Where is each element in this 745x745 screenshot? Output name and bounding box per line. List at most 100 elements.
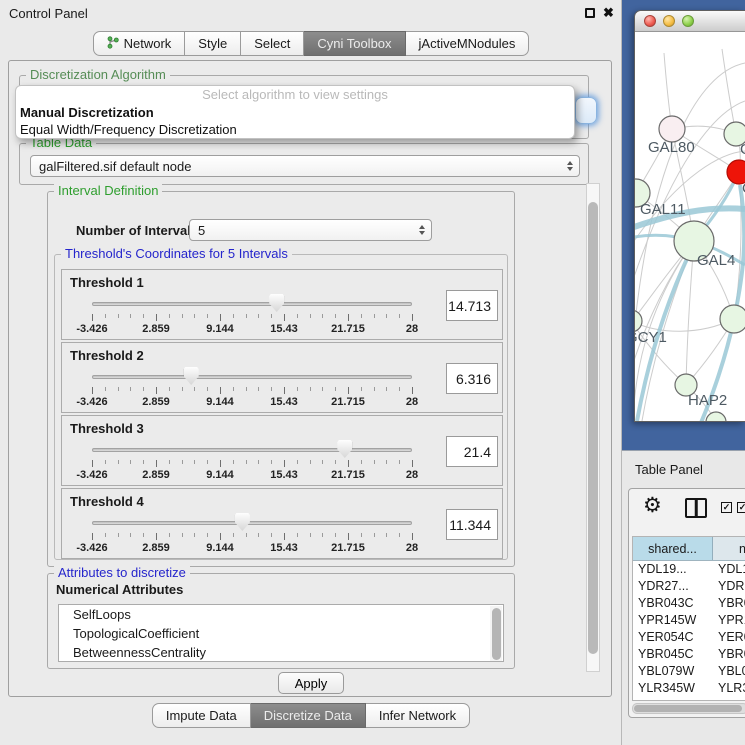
table-row[interactable]: YDL19...YDL1 xyxy=(633,561,745,578)
slider-track[interactable] xyxy=(92,375,412,379)
threshold-value-field[interactable]: 11.344 xyxy=(446,509,498,540)
table-row[interactable]: YER054CYER0 xyxy=(633,629,745,646)
tab-select[interactable]: Select xyxy=(241,31,304,56)
num-intervals-value: 5 xyxy=(198,223,205,238)
table-settings-gear-icon[interactable]: ⚙ xyxy=(643,493,662,517)
tab-label: Style xyxy=(198,36,227,51)
column-header-shared-name[interactable]: shared... xyxy=(633,537,713,560)
table-row[interactable]: YIL052CYIL0 xyxy=(633,697,745,701)
cell-shared-name: YPR145W xyxy=(633,612,713,629)
float-panel-icon[interactable] xyxy=(585,8,595,18)
attribute-item-topologicalcoefficient[interactable]: TopologicalCoefficient xyxy=(59,624,503,643)
threshold-value-field[interactable]: 21.4 xyxy=(446,436,498,467)
scrollbar-thumb[interactable] xyxy=(634,705,742,712)
slider-handle[interactable] xyxy=(337,440,352,458)
table-row[interactable]: YBL079WYBL0 xyxy=(633,663,745,680)
table-row[interactable]: YLR345WYLR3 xyxy=(633,680,745,697)
tab-discretize-data[interactable]: Discretize Data xyxy=(251,703,366,728)
algorithm-option-manual[interactable]: Manual Discretization xyxy=(16,104,574,121)
control-panel-tabs: Network Style SelectCyni ToolboxjActiveMNo… xyxy=(0,31,622,56)
slider-tick xyxy=(399,533,400,537)
interval-definition-group: Interval Definition Number of Intervals … xyxy=(47,191,515,567)
node-table[interactable]: shared... name YDL19...YDL1YDR27...YDR2Y… xyxy=(632,536,745,701)
slider-tick-label: 2.859 xyxy=(142,323,170,335)
algorithm-combo-stepper[interactable] xyxy=(575,97,597,124)
slider-tick-label: 28 xyxy=(406,469,418,481)
table-horizontal-scrollbar[interactable] xyxy=(632,703,745,714)
slider-tick xyxy=(284,314,285,321)
scrollbar-thumb[interactable] xyxy=(492,608,501,660)
slider-tick xyxy=(374,314,375,318)
attribute-item-selfloops[interactable]: SelfLoops xyxy=(59,605,503,624)
slider-tick xyxy=(156,533,157,540)
slider-tick xyxy=(118,533,119,537)
slider-tick xyxy=(92,460,93,467)
slider-tick-label: 2.859 xyxy=(142,542,170,554)
slider-tick xyxy=(361,460,362,464)
network-edge[interactable] xyxy=(635,193,636,321)
attributes-list-scrollbar[interactable] xyxy=(490,606,502,662)
algorithm-option-equal-width[interactable]: Equal Width/Frequency Discretization xyxy=(16,121,574,138)
network-edge[interactable] xyxy=(722,49,736,134)
slider-tick xyxy=(182,533,183,537)
tab-jactivemnodules[interactable]: jActiveMNodules xyxy=(406,31,530,56)
slider-handle[interactable] xyxy=(269,294,284,312)
network-window[interactable]: GAL80GACGAL11GAL4GCY1HHAP2 xyxy=(634,10,745,422)
zoom-traffic-light-icon[interactable] xyxy=(682,15,694,27)
tab-style[interactable]: Style xyxy=(185,31,241,56)
cell-shared-name: YBR045C xyxy=(633,646,713,663)
close-traffic-light-icon[interactable] xyxy=(644,15,656,27)
cell-shared-name: YLR345W xyxy=(633,680,713,697)
table-row[interactable]: YBR043CYBR0 xyxy=(633,595,745,612)
close-panel-icon[interactable]: ✖ xyxy=(603,5,614,21)
tab-cyni-toolbox[interactable]: Cyni Toolbox xyxy=(304,31,405,56)
slider-tick xyxy=(399,314,400,318)
table-row[interactable]: YPR145WYPR1 xyxy=(633,612,745,629)
slider-handle[interactable] xyxy=(235,513,250,531)
slider-tick xyxy=(335,387,336,391)
slider-tick xyxy=(246,533,247,537)
slider-tick-label: 9.144 xyxy=(206,542,234,554)
threshold-label: Threshold 1 xyxy=(70,275,144,290)
slider-handle[interactable] xyxy=(184,367,199,385)
slider-track[interactable] xyxy=(92,448,412,452)
slider-tick xyxy=(284,387,285,394)
slider-tick xyxy=(105,533,106,537)
tab-infer-network[interactable]: Infer Network xyxy=(366,703,470,728)
threshold-box-2: Threshold 2-3.4262.8599.14415.4321.71528… xyxy=(61,342,503,413)
table-data-combo[interactable]: galFiltered.sif default node xyxy=(30,155,580,177)
checkbox-icon[interactable]: ✓ xyxy=(721,502,732,513)
split-columns-icon[interactable] xyxy=(685,498,707,518)
threshold-label: Threshold 4 xyxy=(70,494,144,509)
slider-tick-label: 9.144 xyxy=(206,323,234,335)
scrollbar-thumb[interactable] xyxy=(588,202,598,654)
threshold-value-field[interactable]: 14.713 xyxy=(446,290,498,321)
tab-impute-data[interactable]: Impute Data xyxy=(152,703,251,728)
slider-track[interactable] xyxy=(92,521,412,525)
attribute-item-betweennesscentrality[interactable]: BetweennessCentrality xyxy=(59,643,503,662)
network-node-unlabeled[interactable] xyxy=(706,412,726,421)
slider-tick-label: 9.144 xyxy=(206,396,234,408)
slider-tick xyxy=(322,460,323,464)
column-header-name[interactable]: name xyxy=(713,537,745,560)
network-node-label: GCY1 xyxy=(635,329,667,346)
num-intervals-combo[interactable]: 5 xyxy=(189,219,432,241)
threshold-value-field[interactable]: 6.316 xyxy=(446,363,498,394)
network-window-titlebar[interactable] xyxy=(635,11,745,32)
table-row[interactable]: YBR045CYBR0 xyxy=(633,646,745,663)
control-panel-title: Control Panel xyxy=(9,6,88,21)
screenshot-root: Control Panel ✖ Network Style SelectCyni T… xyxy=(0,0,745,745)
numerical-attributes-list[interactable]: SelfLoopsTopologicalCoefficientBetweenne… xyxy=(58,604,504,662)
table-row[interactable]: YDR27...YDR2 xyxy=(633,578,745,595)
panel-vertical-scrollbar[interactable] xyxy=(586,183,600,672)
slider-tick xyxy=(92,533,93,540)
checkbox-icon[interactable]: ✓ xyxy=(737,502,745,513)
tab-network[interactable]: Network xyxy=(93,31,186,56)
slider-tick-label: 28 xyxy=(406,396,418,408)
slider-tick xyxy=(348,460,349,467)
network-node-h[interactable] xyxy=(720,305,745,333)
minimize-traffic-light-icon[interactable] xyxy=(663,15,675,27)
slider-track[interactable] xyxy=(92,302,412,306)
network-canvas[interactable]: GAL80GACGAL11GAL4GCY1HHAP2 xyxy=(635,33,745,421)
apply-button[interactable]: Apply xyxy=(278,672,344,694)
